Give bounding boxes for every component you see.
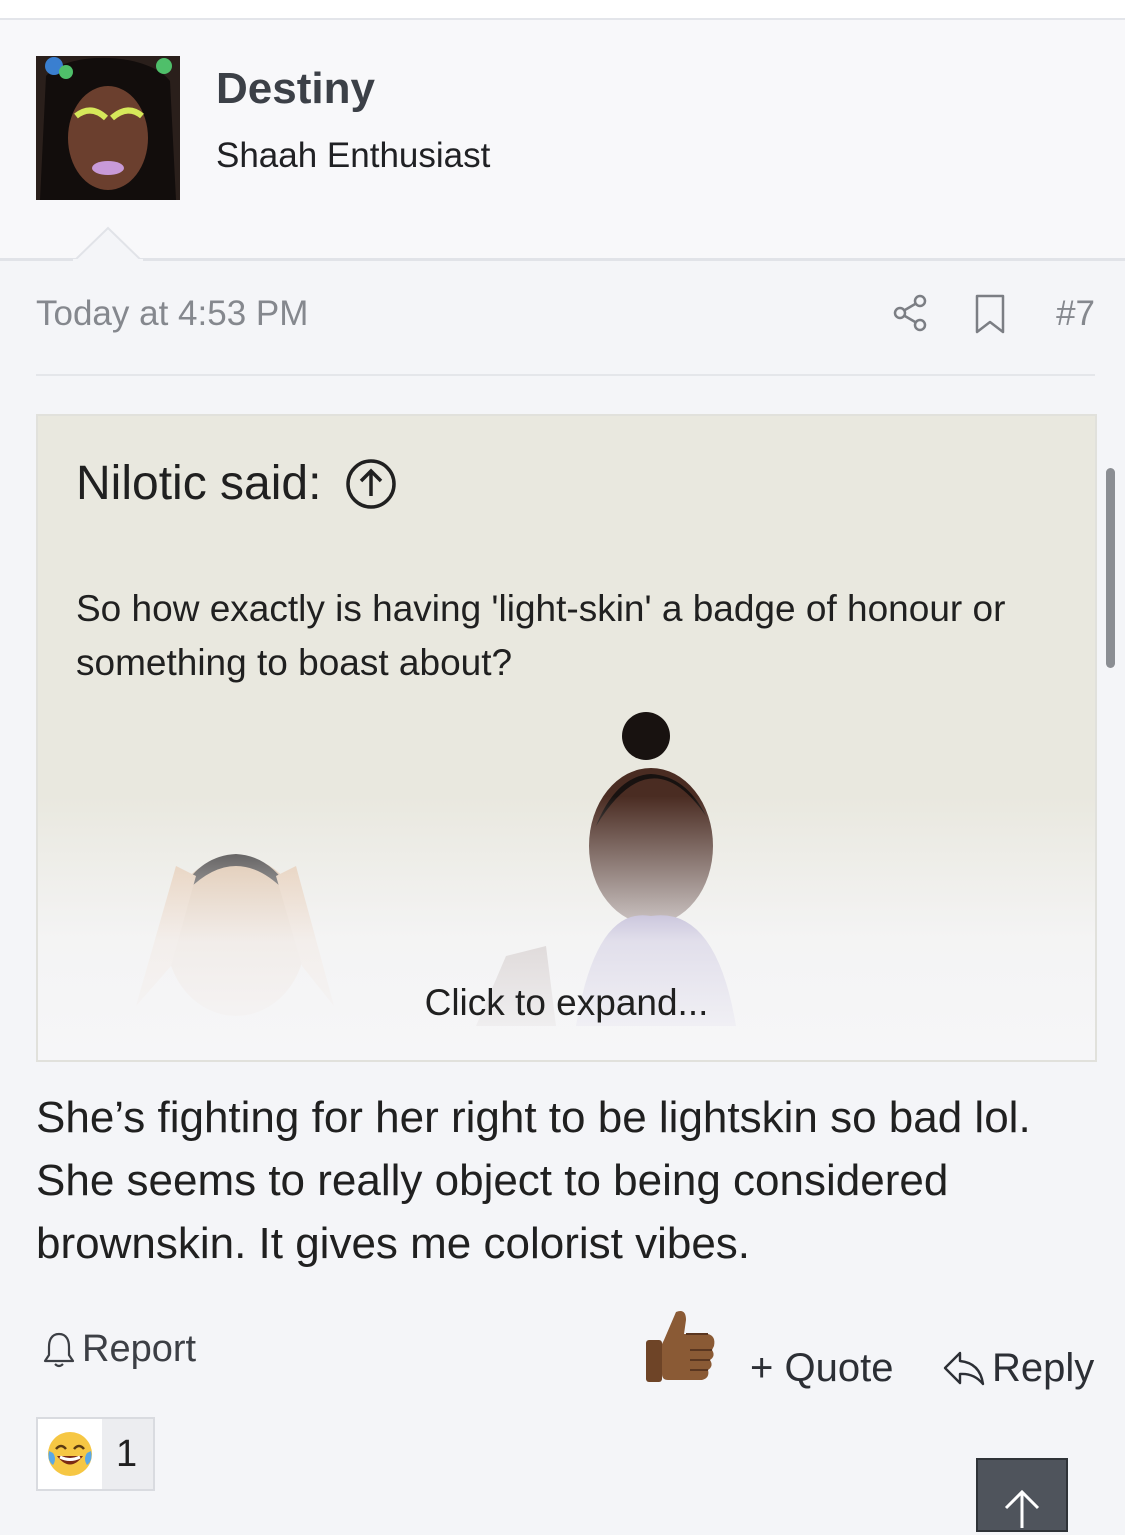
bell-icon <box>43 1332 75 1367</box>
scrollbar[interactable] <box>1106 468 1115 668</box>
quote-block[interactable]: Nilotic said: So how exactly is having '… <box>36 414 1097 1062</box>
arrow-up-circle-icon[interactable] <box>345 458 397 510</box>
post-number[interactable]: #7 <box>1056 294 1095 334</box>
post-body: She’s fighting for her right to be light… <box>36 1093 1031 1268</box>
avatar[interactable] <box>36 56 180 200</box>
username[interactable]: Destiny <box>216 64 375 114</box>
expand-link[interactable]: Click to expand... <box>38 982 1095 1024</box>
post-author-header: Destiny Shaah Enthusiast <box>0 20 1125 261</box>
avatar-image <box>36 56 180 200</box>
quote-text: So how exactly is having 'light-skin' a … <box>76 588 1006 683</box>
back-to-top-button[interactable] <box>976 1458 1068 1532</box>
laughing-emoji-graphic <box>48 1432 92 1476</box>
share-icon[interactable] <box>892 294 928 332</box>
quote-header: Nilotic said: <box>76 456 397 511</box>
bookmark-icon[interactable] <box>974 294 1006 334</box>
top-border <box>0 0 1125 20</box>
report-button[interactable]: Report <box>42 1328 196 1371</box>
user-title: Shaah Enthusiast <box>216 136 491 175</box>
post-timestamp[interactable]: Today at 4:53 PM <box>36 294 308 334</box>
post-actions: Report + Quote Reply <box>36 1300 1095 1400</box>
quote-button[interactable]: + Quote <box>750 1346 893 1391</box>
author-pointer-arrow <box>73 226 143 262</box>
reply-label: Reply <box>992 1346 1095 1390</box>
quote-author[interactable]: Nilotic said: <box>76 456 321 511</box>
reaction-count: 1 <box>102 1419 154 1489</box>
thumbs-up-icon[interactable] <box>642 1306 718 1386</box>
post-meta: Today at 4:53 PM #7 <box>36 290 1095 342</box>
laughing-emoji-icon <box>38 1419 102 1489</box>
report-label: Report <box>82 1328 197 1370</box>
reply-button[interactable]: Reply <box>942 1346 1094 1391</box>
arrow-up-icon <box>1004 1489 1040 1528</box>
meta-divider <box>36 374 1095 376</box>
reactions-bar[interactable]: 1 <box>36 1417 156 1491</box>
reply-icon <box>943 1351 985 1385</box>
